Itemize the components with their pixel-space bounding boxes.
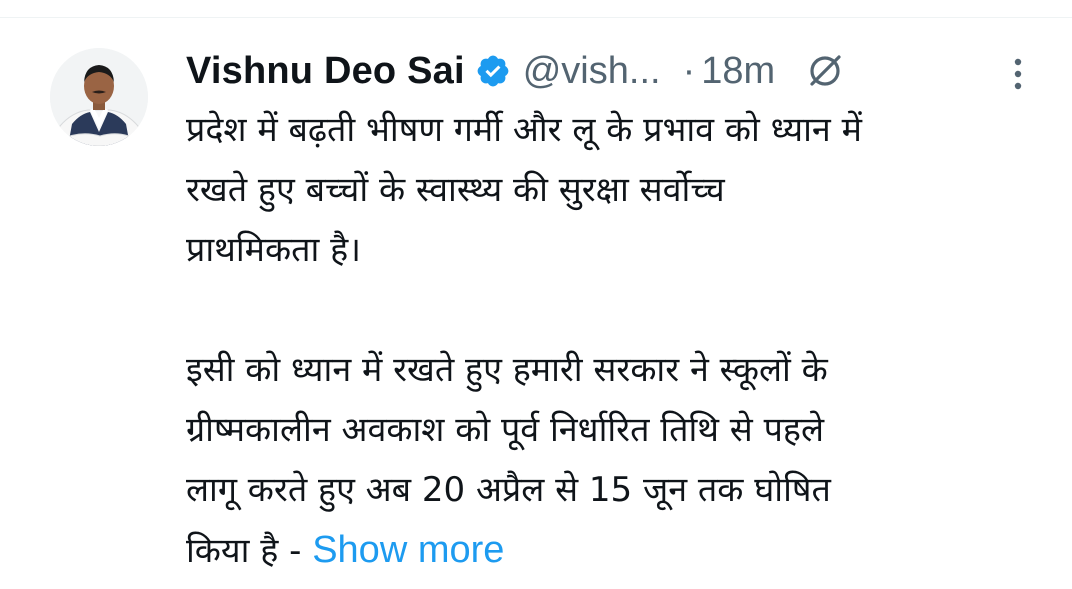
tweet-text-line: ग्रीष्मकालीन अवकाश को पूर्व निर्धारित ति… bbox=[186, 410, 825, 450]
tweet-text-line: लागू करते हुए अब 20 अप्रैल से 15 जून तक … bbox=[186, 470, 831, 510]
tweet-text-line: रखते हुए बच्चों के स्वास्थ्य की सुरक्षा … bbox=[186, 170, 725, 210]
verified-badge-icon bbox=[475, 53, 511, 89]
avatar-photo bbox=[50, 48, 148, 146]
author-name[interactable]: Vishnu Deo Sai bbox=[186, 50, 465, 93]
top-divider bbox=[0, 17, 1072, 18]
tweet-text-last-line: किया है - Show more bbox=[186, 520, 1056, 580]
tweet-text-line: प्राथमिकता है। bbox=[186, 230, 362, 270]
tweet-text: प्रदेश में बढ़ती भीषण गर्मी और लू के प्र… bbox=[186, 100, 1056, 580]
tweet-text-line-end: किया है - bbox=[186, 531, 302, 571]
show-more-link[interactable]: Show more bbox=[312, 529, 504, 571]
timestamp[interactable]: 18m bbox=[701, 50, 775, 93]
more-vertical-icon[interactable] bbox=[1008, 54, 1028, 94]
tweet-header: Vishnu Deo Sai @vish... · 18m bbox=[186, 46, 1046, 96]
tweet-text-line: इसी को ध्यान में रखते हुए हमारी सरकार ने… bbox=[186, 350, 828, 390]
avatar[interactable] bbox=[50, 48, 148, 146]
grok-icon[interactable] bbox=[805, 51, 845, 91]
tweet-text-line: प्रदेश में बढ़ती भीषण गर्मी और लू के प्र… bbox=[186, 110, 862, 150]
separator-dot: · bbox=[682, 49, 696, 92]
author-handle[interactable]: @vish... bbox=[523, 50, 661, 93]
